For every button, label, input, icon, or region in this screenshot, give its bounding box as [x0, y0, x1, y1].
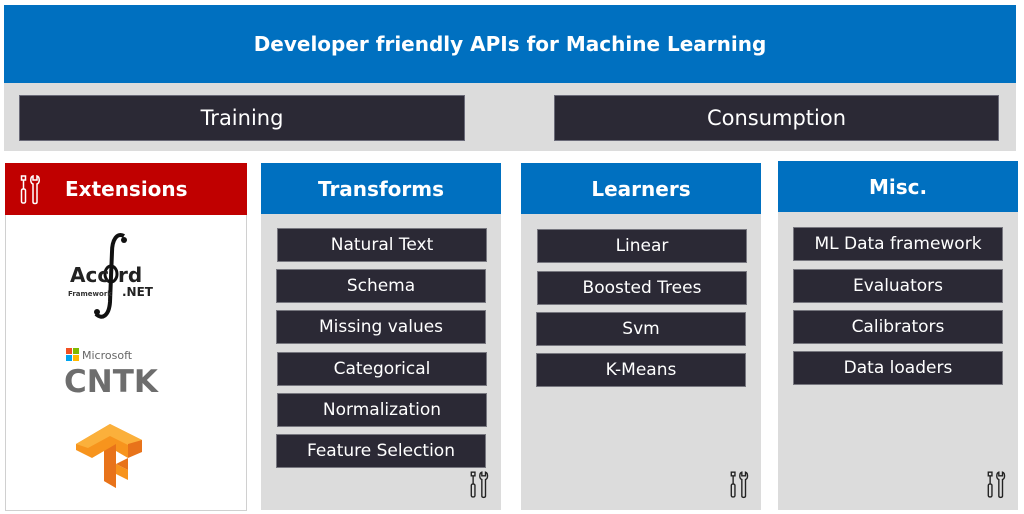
misc-body: ML Data framework Evaluators Calibrators… — [778, 212, 1018, 510]
consumption-box: Consumption — [554, 95, 999, 141]
transforms-header: Transforms — [261, 163, 501, 214]
misc-item: Data loaders — [793, 351, 1003, 385]
transform-item: Feature Selection — [276, 434, 486, 468]
tools-icon — [19, 174, 43, 210]
misc-header: Misc. — [778, 161, 1018, 212]
misc-item: Evaluators — [793, 269, 1003, 303]
cntk-product: CNTK — [64, 364, 159, 396]
transform-item: Natural Text — [277, 228, 487, 262]
transform-item: Normalization — [277, 393, 487, 427]
misc-item: Calibrators — [793, 310, 1003, 344]
accord-text-suffix: .NET — [122, 285, 154, 299]
learner-item: Svm — [536, 312, 746, 346]
accord-net-logo: Acc rd Framework .NET — [62, 232, 162, 322]
transforms-body: Natural Text Schema Missing values Categ… — [261, 214, 501, 510]
training-box: Training — [19, 95, 465, 141]
cntk-brand: Microsoft — [82, 349, 133, 362]
transforms-title: Transforms — [318, 176, 444, 201]
accord-text-main: Acc — [70, 263, 109, 287]
cntk-logo: Microsoft CNTK — [64, 346, 174, 400]
misc-column: Misc. ML Data framework Evaluators Calib… — [778, 161, 1018, 510]
learners-body: Linear Boosted Trees Svm K-Means — [521, 214, 761, 510]
header-banner: Developer friendly APIs for Machine Lear… — [4, 5, 1016, 83]
transform-item: Missing values — [276, 310, 486, 344]
learner-item: Boosted Trees — [537, 271, 747, 305]
misc-item: ML Data framework — [793, 227, 1003, 261]
learner-item: Linear — [537, 229, 747, 263]
tools-icon — [469, 470, 491, 504]
learners-column: Learners Linear Boosted Trees Svm K-Mean… — [521, 163, 761, 510]
consumption-label: Consumption — [706, 106, 847, 130]
extensions-title: Extensions — [65, 177, 188, 201]
banner-title: Developer friendly APIs for Machine Lear… — [253, 32, 767, 56]
tensorflow-logo — [72, 418, 148, 492]
training-label: Training — [200, 106, 284, 130]
accord-text-main2: rd — [118, 263, 142, 287]
tools-icon — [986, 470, 1008, 504]
tools-icon — [729, 470, 751, 504]
transform-item: Categorical — [277, 352, 487, 386]
transform-item: Schema — [276, 269, 486, 303]
accord-text-sub: Framework — [68, 290, 112, 298]
misc-title: Misc. — [868, 174, 928, 199]
transforms-column: Transforms Natural Text Schema Missing v… — [261, 163, 501, 510]
learners-title: Learners — [591, 176, 691, 201]
learner-item: K-Means — [536, 353, 746, 387]
extensions-header: Extensions — [5, 163, 247, 215]
learners-header: Learners — [521, 163, 761, 214]
